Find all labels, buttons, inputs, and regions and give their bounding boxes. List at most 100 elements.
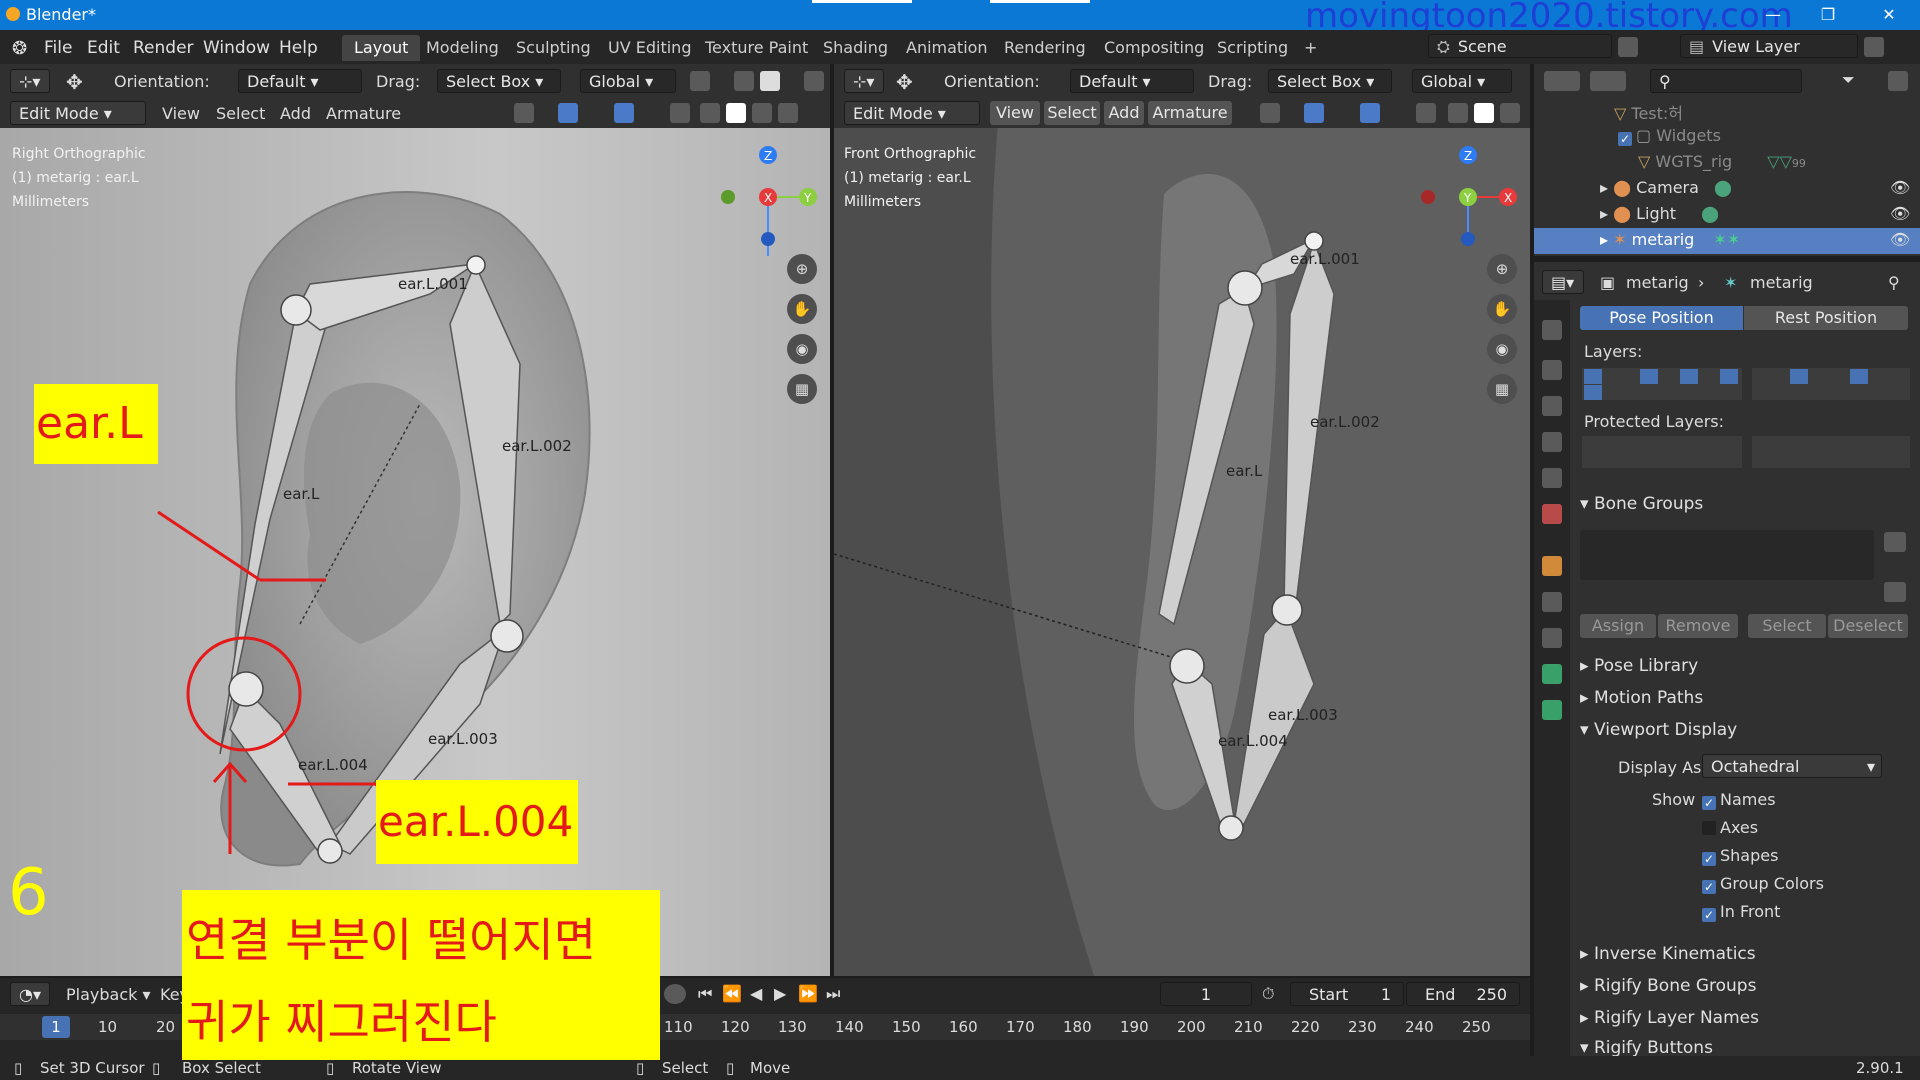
menu-window[interactable]: Window <box>203 38 270 58</box>
add-workspace-icon[interactable]: + <box>1292 35 1329 61</box>
layer-cell[interactable] <box>1584 385 1602 400</box>
new-scene-icon[interactable] <box>1618 37 1638 57</box>
layer-cell[interactable] <box>1640 369 1658 384</box>
output-tab-icon[interactable] <box>1542 396 1562 416</box>
display-mode-icon[interactable] <box>1590 71 1626 91</box>
bone-joint[interactable] <box>1304 231 1324 251</box>
menu-help[interactable]: Help <box>279 38 318 58</box>
orientation-dropdown[interactable]: Default ▾ <box>238 69 362 93</box>
pin-icon[interactable]: ⚲ <box>1888 273 1900 292</box>
snap-icon[interactable] <box>734 71 754 91</box>
camera-view-icon[interactable]: ◉ <box>1487 334 1517 364</box>
tab-scripting[interactable]: Scripting <box>1205 35 1300 61</box>
solid-shading-icon[interactable] <box>726 103 746 123</box>
overlay-toggle-icon[interactable] <box>614 103 634 123</box>
new-collection-icon[interactable] <box>1888 71 1908 91</box>
outliner-search-input[interactable]: ⚲ <box>1650 69 1802 93</box>
tab-compositing[interactable]: Compositing <box>1092 35 1216 61</box>
show-axes-checkbox[interactable]: Axes <box>1702 818 1758 837</box>
view-layer-selector[interactable]: ▤ View Layer <box>1680 34 1858 58</box>
snap-target-icon[interactable] <box>760 71 780 91</box>
tab-modeling[interactable]: Modeling <box>414 35 511 61</box>
tab-animation[interactable]: Animation <box>894 35 1000 61</box>
transform-orientation-dropdown[interactable]: Global ▾ <box>1412 69 1512 93</box>
rigify-bone-groups-header[interactable]: ▸ Rigify Bone Groups <box>1580 976 1910 996</box>
inverse-kinematics-header[interactable]: ▸ Inverse Kinematics <box>1580 944 1910 964</box>
menu-file[interactable]: File <box>44 38 72 58</box>
tool-tab-icon[interactable] <box>1542 320 1562 340</box>
tab-layout[interactable]: Layout <box>342 35 421 61</box>
prev-keyframe-icon[interactable]: ⏪ <box>722 984 742 1003</box>
new-view-layer-icon[interactable] <box>1864 37 1884 57</box>
layer-cell[interactable] <box>1680 369 1698 384</box>
orientation-dropdown[interactable]: Default ▾ <box>1070 69 1194 93</box>
bone-joint[interactable] <box>317 838 343 864</box>
menu-armature[interactable]: Armature <box>1148 101 1232 125</box>
zoom-icon[interactable]: ⊕ <box>787 254 817 284</box>
menu-add[interactable]: Add <box>1104 101 1144 125</box>
material-shading-icon[interactable] <box>1500 103 1520 123</box>
menu-render[interactable]: Render <box>133 38 194 58</box>
transform-orientation-dropdown[interactable]: Global ▾ <box>580 69 676 93</box>
assign-button[interactable]: Assign <box>1580 614 1656 638</box>
perspective-grid-icon[interactable]: ▦ <box>1487 374 1517 404</box>
play-icon[interactable]: ▶ <box>774 984 786 1003</box>
bone-groups-header[interactable]: ▾ Bone Groups <box>1580 494 1910 514</box>
visibility-eye-icon[interactable]: 👁 <box>1890 178 1910 197</box>
gizmo-neg-x-icon[interactable] <box>1421 190 1435 204</box>
timeline-editor-type-icon[interactable]: ◔▾ <box>10 982 50 1006</box>
rigify-layer-names-header[interactable]: ▸ Rigify Layer Names <box>1580 1008 1910 1028</box>
bone-joint[interactable] <box>1271 594 1303 626</box>
menu-view[interactable]: View <box>162 104 200 123</box>
editor-type-icon[interactable]: ⊹▾ <box>10 69 50 93</box>
bone-joint[interactable] <box>228 671 264 707</box>
pose-library-header[interactable]: ▸ Pose Library <box>1580 656 1910 676</box>
protected-layers-grid-left[interactable] <box>1582 436 1742 468</box>
filter-icon[interactable]: ⏷ <box>1842 70 1855 90</box>
perspective-grid-icon[interactable]: ▦ <box>787 374 817 404</box>
add-bone-group-icon[interactable] <box>1884 532 1906 552</box>
scene-selector[interactable]: ⛭ Scene <box>1428 34 1612 58</box>
bone-joint[interactable] <box>280 294 312 326</box>
wireframe-shading-icon[interactable] <box>700 103 720 123</box>
render-tab-icon[interactable] <box>1542 360 1562 380</box>
pivot-point-icon[interactable] <box>690 71 710 91</box>
scene-tab-icon[interactable] <box>1542 468 1562 488</box>
bone-joint[interactable] <box>466 255 486 275</box>
layer-cell[interactable] <box>1850 369 1868 384</box>
jump-end-icon[interactable]: ⏭ <box>826 984 840 1004</box>
camera-view-icon[interactable]: ◉ <box>787 334 817 364</box>
pan-hand-icon[interactable]: ✋ <box>1487 294 1517 324</box>
right-3d-viewport[interactable]: ear.L ear.L.001 ear.L.002 ear.L.003 ear.… <box>834 64 1530 976</box>
menu-select[interactable]: Select <box>1044 101 1100 125</box>
armature-data-tab-icon[interactable] <box>1542 664 1562 684</box>
mode-dropdown[interactable]: Edit Mode ▾ <box>10 101 146 125</box>
visibility-eye-icon[interactable]: 👁 <box>1890 230 1910 249</box>
solid-shading-icon[interactable] <box>1474 103 1494 123</box>
layers-grid-left[interactable] <box>1582 368 1742 400</box>
tab-sculpting[interactable]: Sculpting <box>504 35 603 61</box>
proportional-edit-icon[interactable] <box>804 71 824 91</box>
gizmo-neg-y-icon[interactable] <box>721 190 735 204</box>
bone-joint[interactable] <box>1227 270 1263 306</box>
bone-joint[interactable] <box>1169 648 1205 684</box>
checkbox-icon[interactable]: ✓ <box>1618 132 1632 146</box>
pan-hand-icon[interactable]: ✋ <box>787 294 817 324</box>
material-shading-icon[interactable] <box>752 103 772 123</box>
world-tab-icon[interactable] <box>1542 504 1562 524</box>
show-names-checkbox[interactable]: ✓ Names <box>1702 790 1776 810</box>
rigify-buttons-header[interactable]: ▾ Rigify Buttons <box>1580 1038 1910 1056</box>
view-layer-tab-icon[interactable] <box>1542 432 1562 452</box>
layers-grid-right[interactable] <box>1752 368 1910 400</box>
pose-position-button[interactable]: Pose Position <box>1580 306 1743 330</box>
xray-icon[interactable] <box>1416 103 1436 123</box>
menu-view[interactable]: View <box>990 101 1040 125</box>
motion-paths-header[interactable]: ▸ Motion Paths <box>1580 688 1910 708</box>
outliner-editor-type-icon[interactable] <box>1544 71 1580 91</box>
drag-dropdown[interactable]: Select Box ▾ <box>1268 69 1392 93</box>
start-frame-field[interactable]: Start 1 <box>1290 982 1404 1006</box>
outliner-item-light[interactable]: ▸ ⬤ Light ⬤ <box>1600 204 1719 223</box>
properties-editor-type-icon[interactable]: ▤▾ <box>1542 270 1584 294</box>
play-reverse-icon[interactable]: ◀ <box>750 984 762 1003</box>
restore-icon[interactable]: ❐ <box>1805 2 1851 28</box>
